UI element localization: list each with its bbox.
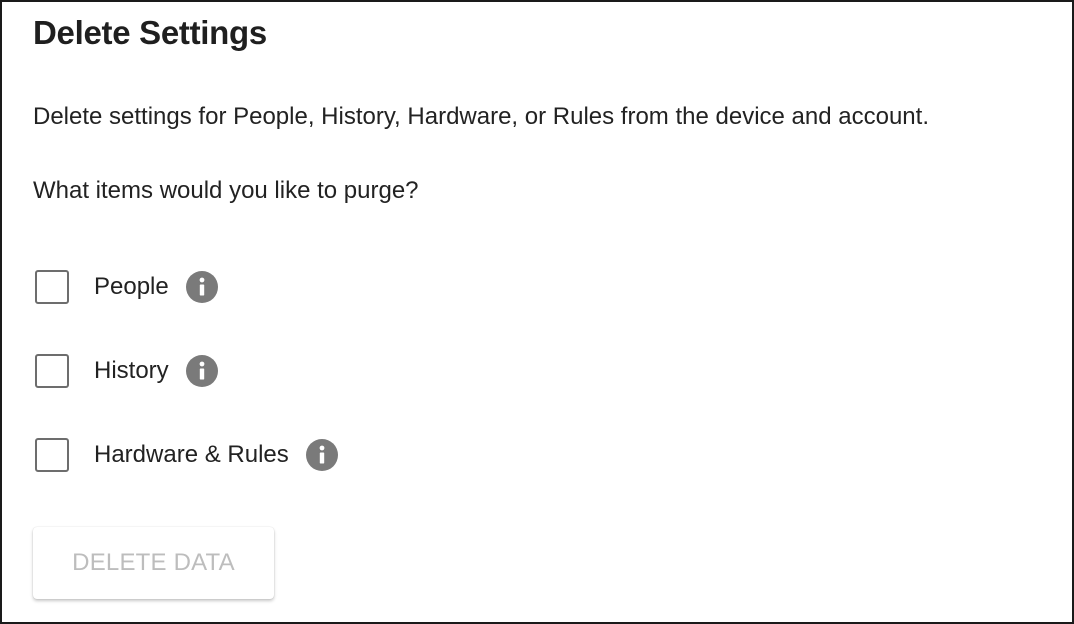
- hardware-rules-checkbox[interactable]: [35, 438, 69, 472]
- delete-settings-panel: Delete Settings Delete settings for Peop…: [0, 0, 1074, 624]
- info-icon[interactable]: [185, 271, 218, 303]
- description-text: Delete settings for People, History, Har…: [33, 103, 929, 130]
- option-history[interactable]: History: [35, 353, 218, 389]
- delete-data-button[interactable]: DELETE DATA: [33, 527, 274, 599]
- purge-question: What items would you like to purge?: [33, 177, 419, 204]
- option-hardware-rules[interactable]: Hardware & Rules: [35, 437, 338, 473]
- option-label: Hardware & Rules: [94, 441, 289, 468]
- option-label: People: [94, 273, 169, 300]
- info-icon[interactable]: [305, 439, 338, 471]
- info-icon[interactable]: [185, 355, 218, 387]
- people-checkbox[interactable]: [35, 270, 69, 304]
- option-label: History: [94, 357, 169, 384]
- option-people[interactable]: People: [35, 269, 218, 305]
- page-title: Delete Settings: [33, 14, 267, 51]
- history-checkbox[interactable]: [35, 354, 69, 388]
